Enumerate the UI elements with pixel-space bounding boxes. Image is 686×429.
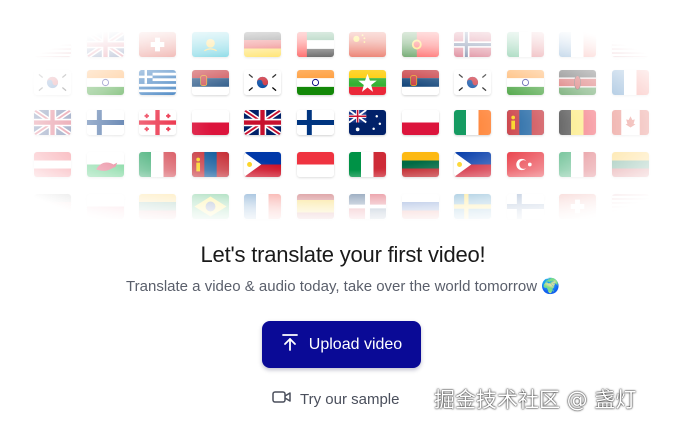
- flag-icon-ru: [401, 194, 439, 219]
- globe-icon: 🌍: [541, 278, 560, 295]
- flag-icon-lt: [139, 194, 176, 219]
- flag-icon-de: [34, 194, 71, 219]
- flag-icon-in: [506, 70, 544, 95]
- flag-icon-pt: [401, 32, 439, 57]
- flag-icon-pl: [86, 194, 124, 219]
- flag-icon-ch: [559, 194, 596, 219]
- flag-icon-no: [454, 32, 491, 57]
- flag-icon-ae: [296, 32, 334, 57]
- flag-icon-rs: [401, 70, 439, 95]
- flag-row: [0, 152, 686, 186]
- flag-icon-ke: [559, 70, 596, 95]
- flag-icon-fi: [506, 194, 544, 219]
- flag-icon-fi: [296, 110, 334, 135]
- flag-icon-kr: [244, 70, 281, 95]
- flag-icon-ph: [244, 152, 281, 177]
- flag-icon-de: [244, 32, 281, 57]
- flag-icon-in: [86, 70, 124, 95]
- flag-icon-lt: [401, 152, 439, 177]
- flag-icon-at: [34, 152, 71, 177]
- flag-icon-fr: [559, 32, 596, 57]
- flag-icon-se: [454, 194, 491, 219]
- flag-row: [0, 70, 686, 104]
- subtitle-text: Translate a video & audio today, take ov…: [126, 278, 538, 295]
- page-title: Let's translate your first video!: [200, 242, 486, 267]
- flag-icon-in: [296, 70, 334, 95]
- flag-icon-do: [349, 194, 386, 219]
- flag-wall: [0, 20, 686, 225]
- flag-icon-pl: [191, 110, 229, 135]
- flag-icon-fr: [611, 70, 649, 95]
- flag-row: [0, 32, 686, 66]
- upload-arrow-icon: [281, 333, 299, 356]
- flag-icon-it: [506, 32, 544, 57]
- flag-icon-us: [611, 32, 649, 57]
- try-sample-link[interactable]: Try our sample: [272, 387, 399, 411]
- flag-icon-mn: [506, 110, 544, 135]
- page-subtitle: Translate a video & audio today, take ov…: [0, 277, 686, 295]
- flag-icon-wales: [86, 152, 124, 177]
- flag-icon-cn: [349, 32, 386, 57]
- flag-icon-uk: [86, 32, 124, 57]
- flag-icon-sg: [296, 152, 334, 177]
- video-camera-icon: [272, 389, 292, 409]
- flag-icon-ca: [611, 110, 649, 135]
- flag-icon-be: [559, 110, 596, 135]
- watermark: 掘金技术社区 @ 盏灯: [434, 388, 637, 412]
- flag-icon-kr: [34, 70, 71, 95]
- flag-icon-rs: [191, 70, 229, 95]
- flag-icon-lt: [611, 152, 649, 177]
- flag-icon-it: [139, 152, 176, 177]
- flag-icon-us: [611, 194, 649, 219]
- flag-icon-kr: [454, 70, 491, 95]
- flag-icon-kz: [191, 32, 229, 57]
- flag-icon-it: [349, 152, 386, 177]
- flag-row: [0, 194, 686, 225]
- flag-icon-es: [296, 194, 334, 219]
- flag-icon-br: [191, 194, 229, 219]
- flag-icon-gr: [139, 70, 176, 95]
- flag-icon-uk: [244, 110, 281, 135]
- flag-icon-ie: [454, 110, 491, 135]
- flag-icon-fr: [244, 194, 281, 219]
- flag-icon-fi: [86, 110, 124, 135]
- flag-icon-au: [349, 110, 386, 135]
- flag-icon-ph: [454, 152, 491, 177]
- flag-icon-mn: [191, 152, 229, 177]
- flag-icon-it: [559, 152, 596, 177]
- flag-icon-pl: [401, 110, 439, 135]
- flag-icon-us: [34, 32, 71, 57]
- upload-video-button[interactable]: Upload video: [262, 321, 421, 368]
- flag-icon-ch: [139, 32, 176, 57]
- flag-icon-tr: [506, 152, 544, 177]
- try-sample-label: Try our sample: [300, 390, 400, 408]
- flag-icon-mm: [349, 70, 386, 95]
- flag-row: [0, 110, 686, 144]
- flag-icon-ge: [139, 110, 176, 135]
- upload-video-label: Upload video: [308, 335, 403, 353]
- flag-icon-uk: [34, 110, 71, 135]
